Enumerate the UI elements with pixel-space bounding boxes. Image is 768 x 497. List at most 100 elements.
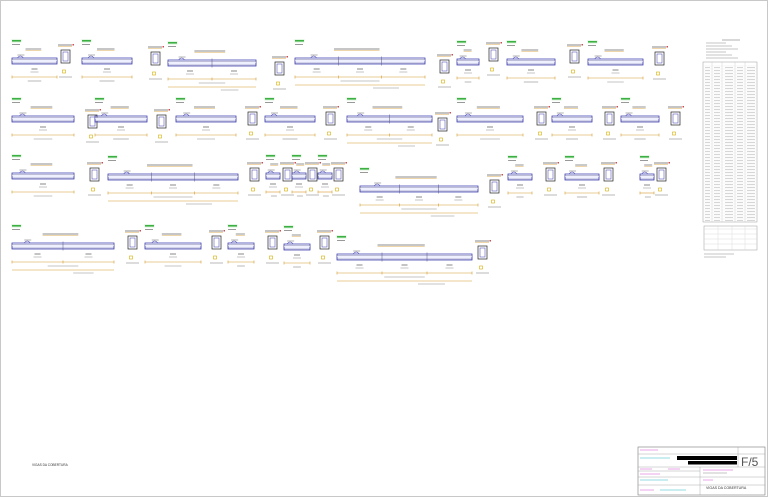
section-cut: [534, 106, 550, 140]
section-cut: [305, 162, 321, 196]
beam-outline: [81, 59, 133, 64]
section-tag-dot: [99, 109, 101, 111]
beam-detail: [620, 97, 684, 140]
steel-summary-table: [703, 225, 758, 258]
section-tag-dot: [337, 106, 339, 108]
section-marker: [276, 81, 280, 86]
beam-label-tag: [347, 98, 356, 100]
section-tag-dot: [666, 46, 668, 48]
beam-detail: [144, 224, 225, 267]
section-cut: [435, 112, 451, 146]
beam-outline: [283, 245, 311, 250]
beam-detail: [227, 224, 281, 267]
beam-outline: [265, 174, 281, 179]
beam-label-tag: [508, 156, 517, 158]
beam-label-tag: [95, 98, 104, 100]
section-tag-dot: [489, 240, 491, 242]
beam-outline: [639, 175, 655, 180]
beam-outline: [551, 117, 593, 122]
section-tag-dot: [501, 174, 503, 176]
beam-outline: [564, 175, 600, 180]
section-cut: [58, 44, 74, 78]
section-marker: [129, 255, 133, 260]
beam-label-tag: [12, 98, 21, 100]
beam-detail: [11, 39, 74, 82]
beam-label-tag: [588, 41, 597, 43]
section-marker: [213, 255, 217, 260]
title-block: F/5 VIGAS DA COBERTURA: [637, 446, 766, 496]
drawing-sheet: VIGAS DA COBERTURA F/5 VIGAS DA COBERTUR…: [0, 0, 768, 497]
beam-outline: [11, 117, 75, 122]
section-cut: [437, 54, 453, 88]
section-marker: [251, 187, 255, 192]
section-marker: [249, 131, 253, 136]
section-cut: [265, 230, 281, 264]
section-tag-dot: [139, 230, 141, 232]
beam-detail: [11, 224, 141, 274]
beam-label-tag: [318, 155, 327, 157]
section-cut: [85, 109, 101, 143]
beam-detail: [264, 97, 339, 140]
section-marker: [606, 131, 610, 136]
redacted-field: [677, 456, 737, 460]
section-marker: [309, 187, 313, 192]
beam-label-tag: [621, 98, 630, 100]
beam-outline: [94, 117, 148, 122]
beam-label-tag: [266, 155, 275, 157]
section-cut: [668, 106, 684, 140]
beam-detail: [167, 41, 288, 91]
section-marker: [441, 79, 445, 84]
section-marker: [321, 255, 325, 260]
view-caption: VIGAS DA COBERTURA: [32, 463, 69, 467]
beam-detail: [265, 154, 296, 197]
section-tag-dot: [101, 162, 103, 164]
beam-detail: [175, 97, 261, 140]
section-tag-dot: [682, 106, 684, 108]
section-cut: [272, 56, 288, 90]
beam-label-tag: [360, 168, 369, 170]
beam-label-tag: [284, 226, 293, 228]
section-cut: [317, 230, 333, 264]
section-tag-dot: [279, 230, 281, 232]
beam-outline: [107, 175, 239, 180]
section-marker: [491, 199, 495, 204]
section-tag-dot: [345, 162, 347, 164]
section-marker: [605, 187, 609, 192]
section-tag-dot: [557, 162, 559, 164]
section-cut: [125, 230, 141, 264]
section-marker: [490, 67, 494, 72]
beam-detail: [291, 154, 321, 197]
beam-detail: [359, 167, 503, 217]
section-tag-dot: [449, 112, 451, 114]
section-tag-dot: [500, 42, 502, 44]
beam-outline: [587, 60, 644, 65]
section-marker: [439, 137, 443, 142]
section-cut: [486, 42, 502, 76]
beam-outline: [456, 117, 524, 122]
beam-detail: [94, 97, 170, 143]
section-tag-dot: [261, 162, 263, 164]
section-tag-dot: [615, 162, 617, 164]
section-marker: [284, 187, 288, 192]
section-marker: [152, 71, 156, 76]
beam-detail: [551, 97, 618, 140]
beam-detail: [294, 39, 453, 89]
beam-outline: [291, 174, 307, 179]
section-cut: [543, 162, 559, 196]
beam-label-tag: [168, 42, 177, 44]
section-marker: [672, 131, 676, 136]
section-marker: [335, 187, 339, 192]
section-tag-dot: [162, 46, 164, 48]
section-tag-dot: [616, 106, 618, 108]
beam-label-tag: [12, 40, 21, 42]
drawing-title: VIGAS DA COBERTURA: [706, 486, 747, 490]
beam-label-tag: [176, 98, 185, 100]
section-tag-dot: [223, 230, 225, 232]
beam-detail: [283, 225, 333, 268]
redacted-field: [688, 461, 737, 465]
beam-detail: [564, 155, 617, 198]
beam-detail: [346, 97, 451, 147]
summary-frame: [703, 225, 758, 251]
beam-label-tag: [565, 156, 574, 158]
beam-detail: [639, 155, 670, 198]
